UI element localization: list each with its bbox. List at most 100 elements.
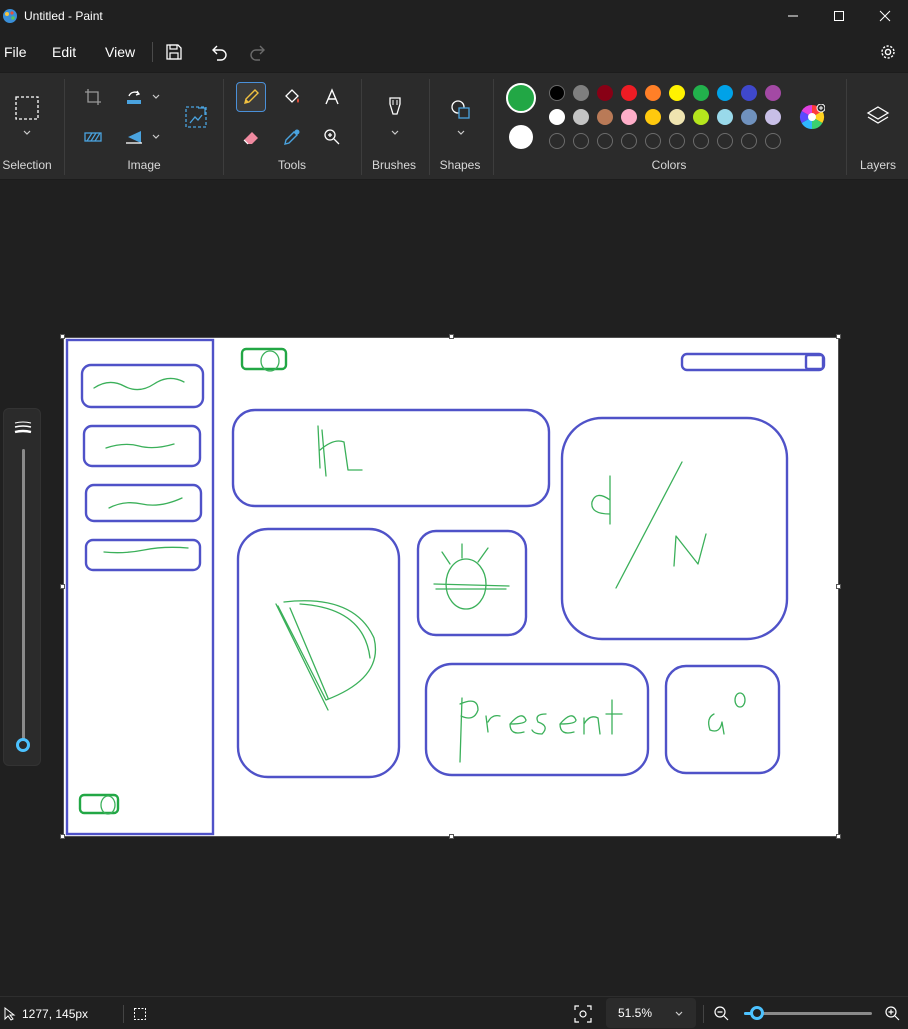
fit-to-window-icon[interactable] [574, 1005, 592, 1023]
canvas-resize-handle[interactable] [60, 834, 65, 839]
canvas-resize-handle[interactable] [449, 334, 454, 339]
settings-button[interactable] [876, 40, 900, 64]
status-separator [123, 1005, 124, 1023]
group-separator [846, 79, 847, 175]
ribbon-toolbar: Selection Image Tools Brushes Shapes Col… [0, 72, 908, 180]
palette-color-swatch[interactable] [693, 85, 709, 101]
minimize-button[interactable] [770, 0, 816, 32]
crop-button[interactable] [78, 82, 108, 112]
brushes-chevron-down-icon[interactable] [390, 128, 400, 138]
palette-color-swatch[interactable] [741, 109, 757, 125]
d-letter [591, 475, 611, 525]
undo-button[interactable] [207, 40, 231, 64]
palette-color-swatch[interactable] [597, 109, 613, 125]
right-card [560, 416, 789, 641]
slash-stroke [615, 461, 683, 589]
eraser-icon [243, 132, 258, 145]
palette-color-swatch[interactable] [549, 85, 565, 101]
sidebar-box-1 [80, 363, 205, 409]
save-button[interactable] [162, 40, 186, 64]
palette-color-swatch[interactable] [765, 109, 781, 125]
canvas-resize-handle[interactable] [60, 584, 65, 589]
slider-thumb[interactable] [16, 738, 30, 752]
secondary-color-swatch[interactable] [509, 125, 533, 149]
flip-icon [126, 131, 142, 144]
palette-color-swatch[interactable] [573, 85, 589, 101]
custom-color-slot[interactable] [645, 133, 661, 149]
group-separator [223, 79, 224, 175]
brush-icon [389, 97, 401, 115]
menu-view[interactable]: View [101, 32, 135, 72]
palette-color-swatch[interactable] [717, 109, 733, 125]
palette-color-swatch[interactable] [669, 109, 685, 125]
flip-chevron-down-icon[interactable] [151, 132, 161, 142]
selection-button[interactable] [12, 93, 42, 123]
middle-scribble-lines [433, 543, 510, 590]
canvas-resize-handle[interactable] [836, 834, 841, 839]
palette-color-swatch[interactable] [645, 109, 661, 125]
palette-color-swatch[interactable] [621, 109, 637, 125]
palette-color-swatch[interactable] [621, 85, 637, 101]
zoom-in-icon[interactable] [884, 1005, 900, 1021]
group-separator [64, 79, 65, 175]
palette-color-swatch[interactable] [741, 85, 757, 101]
custom-color-slot[interactable] [573, 133, 589, 149]
fill-tool-button[interactable] [277, 82, 307, 112]
eraser-tool-button[interactable] [236, 122, 266, 152]
custom-color-slot[interactable] [693, 133, 709, 149]
color-picker-tool-button[interactable] [277, 122, 307, 152]
zoom-level-dropdown[interactable]: 51.5% [606, 998, 696, 1028]
redo-button[interactable] [246, 40, 270, 64]
custom-color-slot[interactable] [669, 133, 685, 149]
primary-color-swatch[interactable] [506, 83, 536, 113]
custom-color-slot[interactable] [549, 133, 565, 149]
maximize-button[interactable] [816, 0, 862, 32]
magnifier-tool-button[interactable] [317, 122, 347, 152]
canvas-resize-handle[interactable] [836, 584, 841, 589]
brushes-button[interactable] [380, 93, 410, 123]
present-p [459, 697, 479, 763]
edit-colors-button[interactable] [797, 102, 827, 132]
brush-size-slider[interactable] [3, 408, 41, 766]
rotate-chevron-down-icon[interactable] [151, 92, 161, 102]
custom-color-slot[interactable] [597, 133, 613, 149]
group-label-shapes: Shapes [439, 158, 481, 172]
squiggle-3 [108, 497, 183, 509]
palette-color-swatch[interactable] [573, 109, 589, 125]
menu-file[interactable]: File [0, 32, 27, 72]
custom-color-slot[interactable] [621, 133, 637, 149]
shapes-chevron-down-icon[interactable] [456, 128, 466, 138]
zoom-slider[interactable] [744, 1006, 872, 1020]
sketch-drawing [65, 338, 826, 836]
canvas-resize-handle[interactable] [449, 834, 454, 839]
flip-button[interactable] [119, 122, 149, 152]
palette-color-swatch[interactable] [669, 85, 685, 101]
present-e2 [559, 715, 577, 734]
custom-color-slot[interactable] [765, 133, 781, 149]
palette-color-swatch[interactable] [765, 85, 781, 101]
custom-color-slot[interactable] [717, 133, 733, 149]
palette-color-swatch[interactable] [693, 109, 709, 125]
pencil-tool-button[interactable] [236, 82, 266, 112]
canvas-resize-handle[interactable] [60, 334, 65, 339]
menu-edit[interactable]: Edit [48, 32, 76, 72]
background-remove-button[interactable] [78, 122, 108, 152]
palette-color-swatch[interactable] [645, 85, 661, 101]
palette-color-swatch[interactable] [717, 85, 733, 101]
shapes-button[interactable] [446, 95, 476, 125]
selection-chevron-down-icon[interactable] [22, 128, 32, 138]
rotate-button[interactable] [119, 82, 149, 112]
layers-button[interactable] [863, 101, 893, 131]
zoom-out-icon[interactable] [713, 1005, 729, 1021]
custom-color-slot[interactable] [741, 133, 757, 149]
resize-button[interactable] [181, 102, 211, 132]
palette-color-swatch[interactable] [597, 85, 613, 101]
text-tool-button[interactable] [317, 82, 347, 112]
canvas-resize-handle[interactable] [836, 334, 841, 339]
crop-icon [85, 89, 101, 105]
close-button[interactable] [862, 0, 908, 32]
palette-color-swatch[interactable] [549, 109, 565, 125]
drawing-canvas[interactable] [63, 337, 839, 837]
zoom-slider-thumb[interactable] [749, 1006, 764, 1020]
bottom-logo-scribble [100, 795, 116, 815]
